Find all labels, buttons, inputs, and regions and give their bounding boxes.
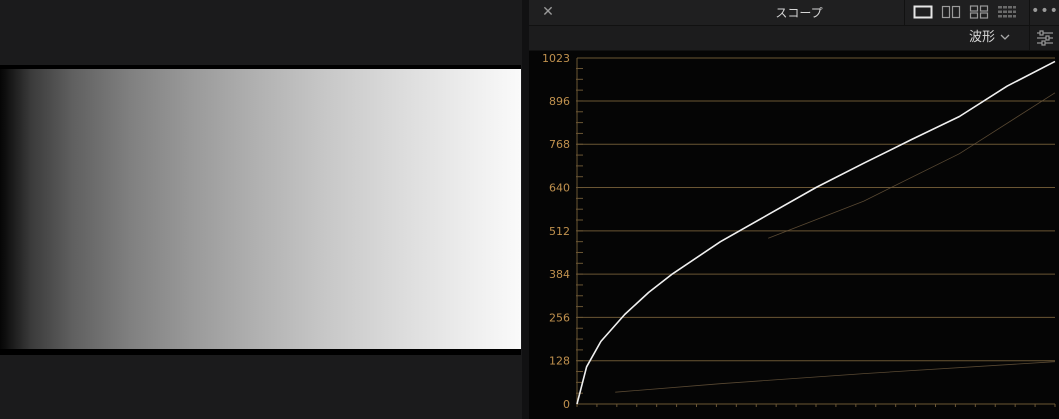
waveform-scope[interactable]: 1023 896 768 640 512 384 256 128 0 bbox=[529, 51, 1059, 419]
scope-mode-select[interactable]: 波形 bbox=[969, 29, 1013, 47]
scope-toolbar: 波形 bbox=[529, 26, 1059, 51]
viewer-panel bbox=[0, 0, 522, 419]
settings-sliders-icon[interactable] bbox=[1029, 26, 1059, 50]
y-tick-label: 384 bbox=[549, 268, 570, 281]
layout-single-icon[interactable] bbox=[913, 5, 933, 19]
y-tick-label: 896 bbox=[549, 95, 570, 108]
panel-divider[interactable] bbox=[522, 0, 529, 419]
scope-header: ✕ スコープ ••• bbox=[529, 0, 1059, 26]
layout-quad-icon[interactable] bbox=[969, 5, 989, 19]
layout-dual-icon[interactable] bbox=[941, 5, 961, 19]
y-tick-label: 512 bbox=[549, 225, 570, 238]
waveform-trace-faint bbox=[768, 92, 1056, 239]
y-tick-label: 1023 bbox=[542, 52, 570, 65]
close-icon[interactable]: ✕ bbox=[539, 3, 557, 21]
layout-grid-icon[interactable] bbox=[997, 5, 1017, 19]
y-tick-label: 256 bbox=[549, 311, 570, 324]
chevron-down-icon bbox=[1000, 34, 1010, 40]
y-tick-label: 768 bbox=[549, 138, 570, 151]
waveform-trace bbox=[576, 60, 1056, 405]
gradient-image[interactable] bbox=[0, 69, 521, 349]
scope-mode-label: 波形 bbox=[969, 30, 996, 45]
scope-title: スコープ bbox=[775, 6, 823, 20]
viewer-frame bbox=[0, 65, 521, 355]
more-icon[interactable]: ••• bbox=[1029, 0, 1059, 25]
y-tick-label: 0 bbox=[563, 398, 570, 411]
scope-panel: ✕ スコープ ••• 波形 1023 896 768 640 512 384 2… bbox=[529, 0, 1059, 419]
waveform-chart: 1023 896 768 640 512 384 256 128 0 bbox=[542, 52, 1056, 411]
y-tick-label: 128 bbox=[549, 355, 570, 368]
waveform-trace-faint bbox=[615, 361, 1056, 393]
y-tick-label: 640 bbox=[549, 182, 570, 195]
